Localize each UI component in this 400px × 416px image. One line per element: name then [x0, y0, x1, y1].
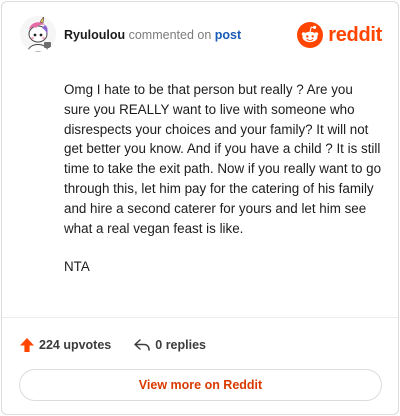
commented-on-text: commented on	[128, 28, 212, 42]
comment-meta: Ryuloulou commented on post	[64, 28, 241, 42]
reddit-wordmark: reddit	[328, 23, 382, 46]
user-avatar[interactable]	[20, 16, 56, 52]
comment-actions: 224 upvotes 0 replies	[19, 335, 206, 355]
upvote-arrow-icon	[20, 338, 34, 352]
reply-arrow-icon	[134, 339, 151, 351]
replies-count: 0 replies	[155, 338, 206, 352]
comment-body: Omg I hate to be that person but really …	[64, 80, 382, 296]
comment-paragraph: NTA	[64, 259, 90, 275]
upvotes-button[interactable]: 224 upvotes	[19, 337, 111, 353]
view-more-on-reddit-button[interactable]: View more on Reddit	[19, 369, 382, 401]
comment-paragraph: Omg I hate to be that person but really …	[64, 82, 382, 236]
reddit-logo[interactable]: reddit	[297, 22, 382, 48]
replies-button[interactable]: 0 replies	[133, 337, 206, 353]
footer-divider	[2, 317, 398, 318]
upvotes-count: 224 upvotes	[39, 338, 112, 352]
username-link[interactable]: Ryuloulou	[64, 28, 125, 42]
reddit-snoo-icon	[297, 22, 324, 48]
embedded-comment-card: Ryuloulou commented on post reddit Omg I…	[1, 1, 399, 415]
post-link[interactable]: post	[215, 28, 241, 42]
comment-header: Ryuloulou commented on post reddit	[20, 16, 382, 54]
cartoon-avatar-icon	[20, 16, 56, 52]
